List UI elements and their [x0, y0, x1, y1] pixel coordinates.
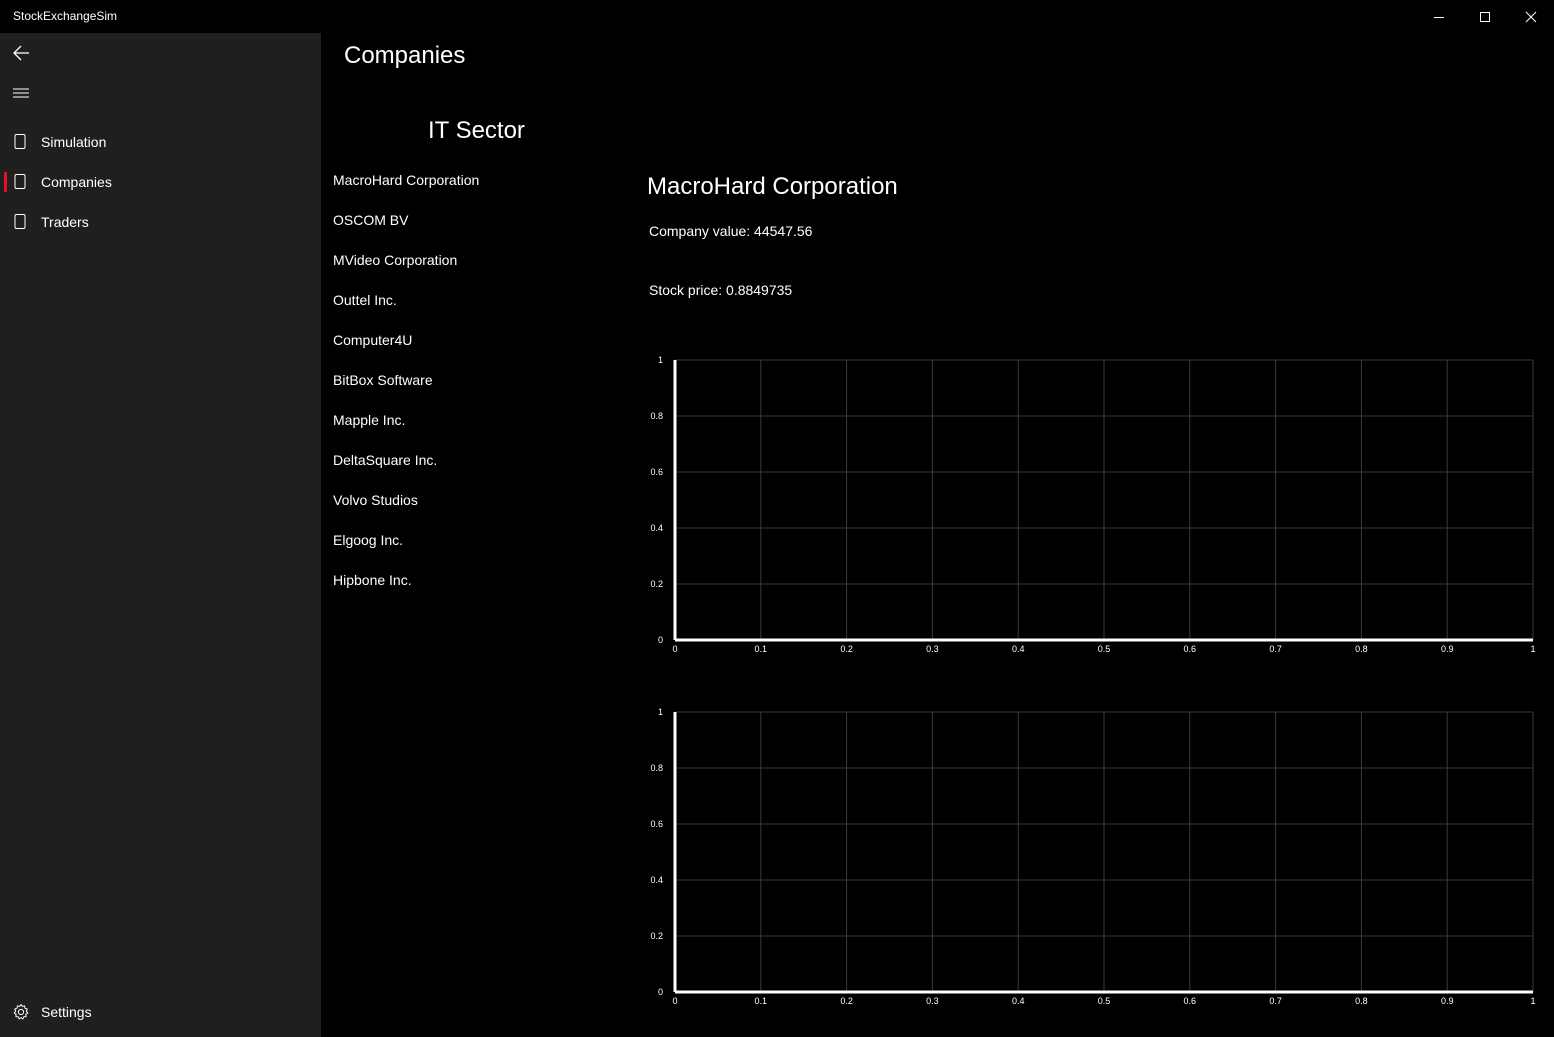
nav-item-settings[interactable]: Settings	[0, 992, 321, 1032]
chart-svg: 0 0.1 0.2 0.3 0.4 0.5 0.6 0.7 0.8 0.9 1 0 0.2 0.4 0.6 0…	[650, 707, 1535, 1006]
list-item[interactable]: MacroHard Corporation	[321, 160, 611, 200]
x-tick-label: 0.5	[1098, 644, 1111, 654]
list-item[interactable]: Volvo Studios	[321, 480, 611, 520]
x-tick-label: 0.7	[1269, 644, 1282, 654]
document-icon	[14, 174, 26, 195]
company-name: OSCOM BV	[333, 212, 409, 228]
x-tick-label: 1	[1530, 996, 1535, 1006]
stock-price-chart: 0 0.1 0.2 0.3 0.4 0.5 0.6 0.7 0.8 0.9 1 0 0.2 0.4 0.6 0…	[640, 702, 1545, 1022]
back-button[interactable]	[0, 33, 42, 73]
hamburger-menu-button[interactable]	[0, 73, 42, 113]
y-tick-label: 0	[658, 987, 663, 997]
x-tick-label: 0.6	[1184, 996, 1197, 1006]
y-tick-label: 0.6	[650, 467, 663, 477]
company-value-chart: 0 0.1 0.2 0.3 0.4 0.5 0.6 0.7 0.8 0.9 1 0 0.2 0.4 0.6 0…	[640, 350, 1545, 670]
nav-item-label: Companies	[41, 174, 112, 190]
x-tick-label: 0.8	[1355, 644, 1368, 654]
list-item[interactable]: MVideo Corporation	[321, 240, 611, 280]
company-detail-title: MacroHard Corporation	[647, 173, 898, 200]
company-name: DeltaSquare Inc.	[333, 452, 438, 468]
list-item[interactable]: Outtel Inc.	[321, 280, 611, 320]
list-item[interactable]: OSCOM BV	[321, 200, 611, 240]
selection-indicator	[4, 172, 7, 192]
x-tick-label: 0.4	[1012, 996, 1025, 1006]
company-name: BitBox Software	[333, 372, 433, 388]
maximize-button[interactable]	[1462, 0, 1508, 33]
y-tick-label: 1	[658, 355, 663, 365]
list-item[interactable]: Elgoog Inc.	[321, 520, 611, 560]
list-item[interactable]: Computer4U	[321, 320, 611, 360]
list-item[interactable]: Mapple Inc.	[321, 400, 611, 440]
x-tick-label: 0.8	[1355, 996, 1368, 1006]
list-item[interactable]: Hipbone Inc.	[321, 560, 611, 600]
company-name: Elgoog Inc.	[333, 532, 404, 548]
nav-item-label: Settings	[41, 1004, 92, 1020]
company-name: Mapple Inc.	[333, 412, 406, 428]
maximize-icon	[1480, 11, 1490, 22]
gear-icon	[12, 1003, 30, 1026]
close-button[interactable]	[1508, 0, 1554, 33]
x-tick-label: 1	[1530, 644, 1535, 654]
list-item[interactable]: BitBox Software	[321, 360, 611, 400]
x-tick-label: 0.1	[755, 996, 768, 1006]
nav-item-companies[interactable]: Companies	[0, 162, 321, 202]
company-name: MacroHard Corporation	[333, 172, 480, 188]
company-name: MVideo Corporation	[333, 252, 458, 268]
navigation-pane: Simulation Companies Traders Settings	[0, 33, 321, 1037]
minimize-icon	[1434, 16, 1444, 18]
y-tick-label: 0	[658, 635, 663, 645]
x-tick-label: 0.7	[1269, 996, 1282, 1006]
x-tick-label: 0	[672, 644, 677, 654]
company-value-text: Company value: 44547.56	[649, 223, 813, 239]
title-bar: StockExchangeSim	[0, 0, 1554, 33]
document-icon	[14, 134, 26, 155]
y-tick-label: 0.2	[650, 931, 663, 941]
document-icon	[14, 214, 26, 235]
y-tick-label: 0.8	[650, 411, 663, 421]
company-name: Computer4U	[333, 332, 413, 348]
back-arrow-icon	[13, 45, 29, 61]
x-tick-label: 0.1	[755, 644, 768, 654]
y-tick-label: 0.2	[650, 579, 663, 589]
company-name: Volvo Studios	[333, 492, 418, 508]
x-tick-label: 0	[672, 996, 677, 1006]
x-tick-label: 0.4	[1012, 644, 1025, 654]
x-tick-label: 0.2	[840, 996, 853, 1006]
chart-svg: 0 0.1 0.2 0.3 0.4 0.5 0.6 0.7 0.8 0.9 1 0 0.2 0.4 0.6 0…	[650, 355, 1535, 654]
nav-item-label: Simulation	[41, 134, 107, 150]
sector-title: IT Sector	[428, 117, 525, 144]
x-tick-label: 0.2	[840, 644, 853, 654]
x-tick-label: 0.9	[1441, 996, 1454, 1006]
stock-price-text: Stock price: 0.8849735	[649, 282, 793, 298]
y-tick-label: 1	[658, 707, 663, 717]
nav-item-simulation[interactable]: Simulation	[0, 122, 321, 162]
x-tick-label: 0.9	[1441, 644, 1454, 654]
x-tick-label: 0.5	[1098, 996, 1111, 1006]
hamburger-icon	[13, 88, 29, 98]
y-tick-label: 0.4	[650, 523, 663, 533]
close-icon	[1525, 11, 1537, 22]
nav-item-label: Traders	[41, 214, 89, 230]
minimize-button[interactable]	[1416, 0, 1462, 33]
x-tick-label: 0.6	[1184, 644, 1197, 654]
list-item[interactable]: DeltaSquare Inc.	[321, 440, 611, 480]
y-tick-label: 0.8	[650, 763, 663, 773]
company-name: Hipbone Inc.	[333, 572, 412, 588]
app-title: StockExchangeSim	[13, 9, 118, 23]
nav-item-traders[interactable]: Traders	[0, 202, 321, 242]
company-name: Outtel Inc.	[333, 292, 397, 308]
y-tick-label: 0.4	[650, 875, 663, 885]
y-tick-label: 0.6	[650, 819, 663, 829]
x-tick-label: 0.3	[926, 996, 939, 1006]
x-tick-label: 0.3	[926, 644, 939, 654]
page-title: Companies	[344, 42, 466, 69]
